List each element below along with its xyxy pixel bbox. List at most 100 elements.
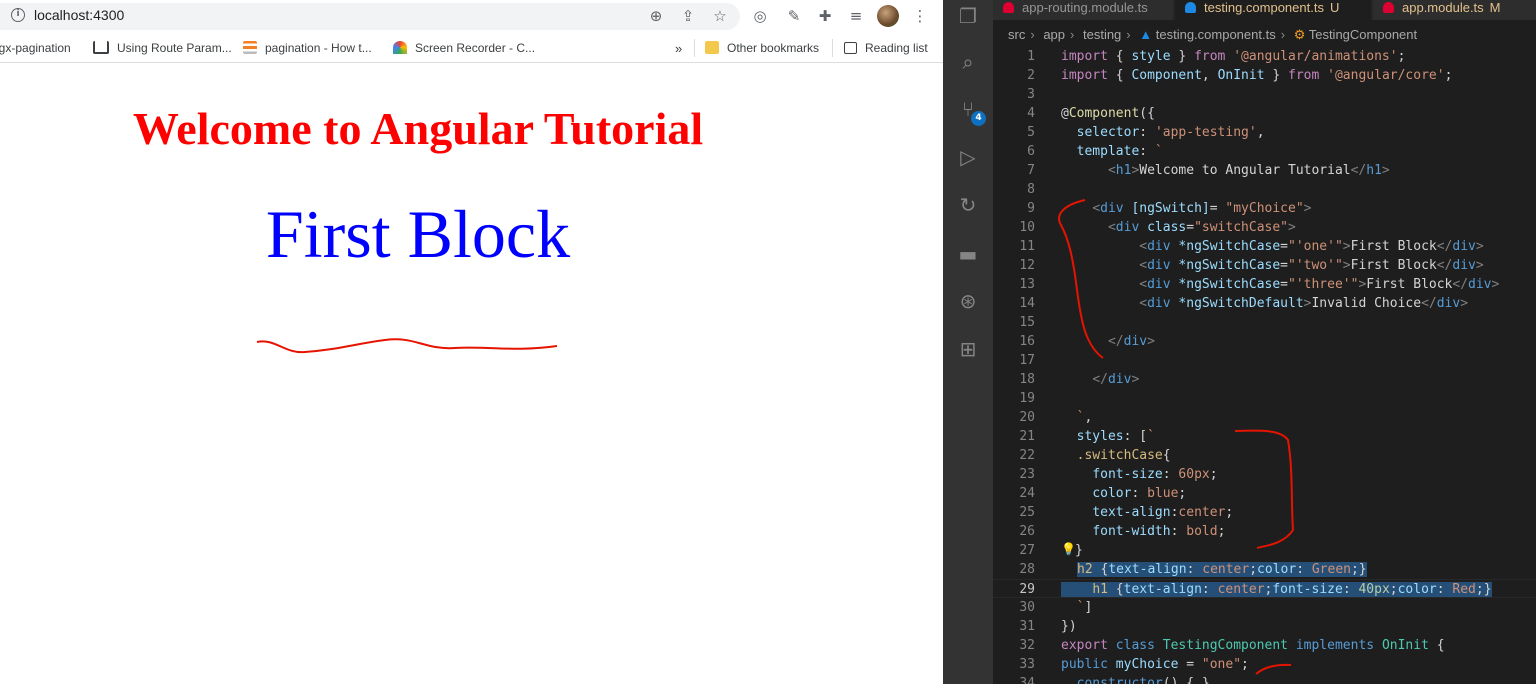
folder-icon xyxy=(705,41,719,54)
breadcrumb-item[interactable]: app xyxy=(1043,27,1065,42)
code-line[interactable]: 28 h2 {text-align: center;color: Green;} xyxy=(993,560,1536,579)
code-line[interactable]: 3 xyxy=(993,85,1536,104)
code-line[interactable]: 33 public myChoice = "one"; xyxy=(993,655,1536,674)
code-line[interactable]: 15 xyxy=(993,313,1536,332)
run-debug-icon[interactable]: ▷ xyxy=(956,145,980,169)
bookmark-using-route-param[interactable]: Using Route Param... xyxy=(93,41,232,55)
code-line[interactable]: 22 .switchCase{ xyxy=(993,446,1536,465)
docker-icon[interactable]: ▬ xyxy=(956,242,980,266)
editor-tabs: app-routing.module.ts testing.component.… xyxy=(993,0,1536,20)
code-line[interactable]: 9 <div [ngSwitch]= "myChoice"> xyxy=(993,199,1536,218)
remote-explorer-icon[interactable]: ↻ xyxy=(956,193,980,217)
git-graph-icon[interactable]: ⊛ xyxy=(956,289,980,313)
bookmark-star-icon[interactable]: ☆ xyxy=(710,6,730,26)
code-line[interactable]: 4 @Component({ xyxy=(993,104,1536,123)
lightbulb-icon[interactable]: 💡 xyxy=(1061,542,1076,556)
code-line[interactable]: 31}) xyxy=(993,617,1536,636)
code-line[interactable]: 17 xyxy=(993,351,1536,370)
bookmark-ngx-pagination[interactable]: ngx-pagination xyxy=(0,41,71,55)
breadcrumb-item[interactable]: testing.component.ts xyxy=(1156,27,1276,42)
code-line[interactable]: 7 <h1>Welcome to Angular Tutorial</h1> xyxy=(993,161,1536,180)
breadcrumb-item[interactable]: TestingComponent xyxy=(1309,27,1417,42)
search-icon[interactable]: ⌕ xyxy=(956,50,980,74)
bookmarks-separator xyxy=(694,39,695,57)
line-number: 5 xyxy=(1027,125,1035,140)
web-page: Welcome to Angular Tutorial First Block xyxy=(0,64,943,684)
extensions-icon[interactable]: ⊞ xyxy=(956,337,980,361)
bookmarks-separator xyxy=(832,39,833,57)
other-bookmarks[interactable]: Other bookmarks xyxy=(705,41,819,55)
angular-icon xyxy=(1383,2,1394,13)
code-line[interactable]: 32 export class TestingComponent implemen… xyxy=(993,636,1536,655)
breadcrumb-item[interactable]: src xyxy=(1008,27,1025,42)
breadcrumb: src › app › testing › ▲ testing.component.t… xyxy=(1008,27,1418,42)
explorer-icon[interactable]: ❐ xyxy=(956,4,980,28)
zoom-icon[interactable]: ⊕ xyxy=(646,6,666,26)
code-line[interactable]: 8 xyxy=(993,180,1536,199)
angular-component-icon xyxy=(1185,2,1196,13)
code-line[interactable]: 20 `, xyxy=(993,408,1536,427)
code-line[interactable]: 27 💡} xyxy=(993,541,1536,560)
bookmark-screen-recorder[interactable]: Screen Recorder - C... xyxy=(393,41,535,55)
line-number: 10 xyxy=(1019,220,1035,235)
reading-list[interactable]: Reading list xyxy=(844,41,928,55)
code-line[interactable]: 18 </div> xyxy=(993,370,1536,389)
profile-avatar[interactable] xyxy=(877,5,899,27)
code-line[interactable]: 5 selector: 'app-testing', xyxy=(993,123,1536,142)
code-line[interactable]: 2 import { Component, OnInit } from '@ang… xyxy=(993,66,1536,85)
extension-circle-icon[interactable]: ◎ xyxy=(750,6,770,26)
media-control-icon[interactable]: ≡ xyxy=(846,6,866,26)
eyedropper-icon[interactable]: ✎ xyxy=(784,6,804,26)
code-line[interactable]: 10 <div class="switchCase"> xyxy=(993,218,1536,237)
bookmark-pagination-how[interactable]: pagination - How t... xyxy=(243,41,372,55)
line-number: 28 xyxy=(1019,562,1035,577)
menu-kebab-icon[interactable]: ⋮ xyxy=(910,6,930,26)
code-line[interactable]: 23 font-size: 60px; xyxy=(993,465,1536,484)
line-number: 34 xyxy=(1019,676,1035,684)
breadcrumb-item[interactable]: testing xyxy=(1083,27,1121,42)
code-line[interactable]: 11 <div *ngSwitchCase="'one'">First Bloc… xyxy=(993,237,1536,256)
line-number: 1 xyxy=(1027,49,1035,64)
code-line[interactable]: 34 constructor() { } xyxy=(993,674,1536,684)
browser-window: i localhost:4300 ⊕ ⇪ ☆ ◎ ✎ ✚ ≡ ⋮ ngx-pag… xyxy=(0,0,943,684)
line-number: 3 xyxy=(1027,87,1035,102)
line-number: 14 xyxy=(1019,296,1035,311)
switch-case-block: First Block xyxy=(265,196,571,272)
code-line[interactable]: 30 `] xyxy=(993,598,1536,617)
code-line[interactable]: 19 xyxy=(993,389,1536,408)
code-line[interactable]: 12 <div *ngSwitchCase="'two'">First Bloc… xyxy=(993,256,1536,275)
code-line[interactable]: 13 <div *ngSwitchCase="'three'">First Bl… xyxy=(993,275,1536,294)
line-number: 27 xyxy=(1019,543,1035,558)
line-number: 6 xyxy=(1027,144,1035,159)
url-text[interactable]: localhost:4300 xyxy=(34,7,124,23)
code-line[interactable]: 25 text-align:center; xyxy=(993,503,1536,522)
line-number: 20 xyxy=(1019,410,1035,425)
code-line[interactable]: 16 </div> xyxy=(993,332,1536,351)
tab-app-routing-module[interactable]: app-routing.module.ts xyxy=(993,0,1173,20)
code-line[interactable]: 6 template: ` xyxy=(993,142,1536,161)
line-number: 32 xyxy=(1019,638,1035,653)
tab-testing-component[interactable]: testing.component.ts U xyxy=(1175,0,1371,20)
bookmarks-bar: ngx-pagination Using Route Param... pagi… xyxy=(0,33,943,63)
bookmarks-overflow-chevron[interactable]: » xyxy=(675,41,682,56)
line-number: 24 xyxy=(1019,486,1035,501)
code-line[interactable]: 26 font-width: bold; xyxy=(993,522,1536,541)
code-line[interactable]: 14 <div *ngSwitchDefault>Invalid Choice<… xyxy=(993,294,1536,313)
code-line[interactable]: 21 styles: [` xyxy=(993,427,1536,446)
tab-app-module[interactable]: app.module.ts M xyxy=(1373,0,1536,20)
angular-icon xyxy=(1003,2,1014,13)
line-number: 2 xyxy=(1027,68,1035,83)
code-area[interactable]: 1 import { style } from '@angular/animati… xyxy=(993,47,1536,684)
code-line-current[interactable]: 29 h1 {text-align: center;font-size: 40p… xyxy=(993,579,1536,598)
site-info-icon[interactable]: i xyxy=(11,8,25,22)
line-number: 7 xyxy=(1027,163,1035,178)
book-icon xyxy=(93,41,109,54)
code-line[interactable]: 24 color: blue; xyxy=(993,484,1536,503)
code-line[interactable]: 1 import { style } from '@angular/animati… xyxy=(993,47,1536,66)
line-number: 33 xyxy=(1019,657,1035,672)
line-number: 11 xyxy=(1019,239,1035,254)
source-control-badge: 4 xyxy=(971,111,986,126)
line-number: 18 xyxy=(1019,372,1035,387)
share-icon[interactable]: ⇪ xyxy=(678,6,698,26)
extensions-puzzle-icon[interactable]: ✚ xyxy=(815,6,835,26)
